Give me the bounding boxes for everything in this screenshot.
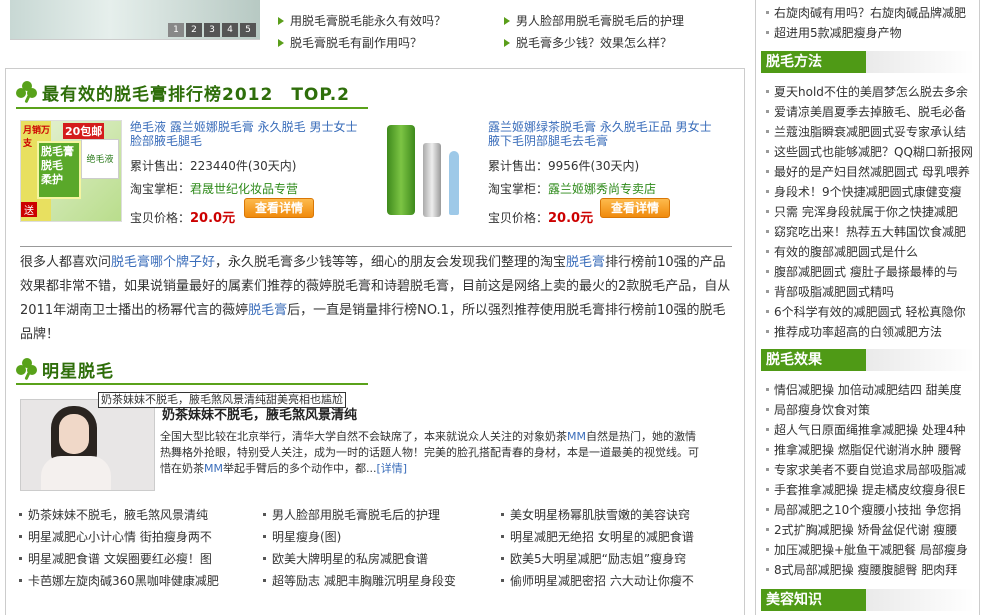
- clover-icon: [16, 81, 38, 104]
- sidebar-article-link[interactable]: 局部瘦身饮食对策: [766, 401, 978, 418]
- product-title-link[interactable]: 绝毛液 露兰姬娜脱毛膏 永久脱毛 男士女士 脸部腋毛腿毛: [130, 120, 360, 148]
- sidebar-article-link[interactable]: 8式局部减肥操 瘦腰腹腿臀 肥肉拜: [766, 561, 978, 578]
- page: 1 2 3 4 5 用脱毛膏脱毛能永久有效吗？ 男人脸部用脱毛膏脱毛后的护理 脱…: [0, 0, 988, 615]
- price-value: 20.0元: [190, 211, 236, 226]
- list-item[interactable]: 偷师明星减肥密招 六大动让你瘦不: [500, 572, 694, 589]
- list-item[interactable]: 欧美5大明星减肥“励志姐”瘦身窍: [500, 550, 686, 567]
- product-image[interactable]: 月销万支 20包邮 脱毛膏 脱毛 柔护 绝毛液 送: [20, 120, 122, 222]
- slide-dot[interactable]: 3: [204, 23, 220, 37]
- img-text: 脱毛膏: [41, 145, 74, 158]
- sidebar-article-link[interactable]: 推拿减肥操 燃脂促代谢消水肿 腰臀: [766, 441, 978, 458]
- slide-dot[interactable]: 2: [186, 23, 202, 37]
- view-details-button[interactable]: 查看详情: [600, 198, 670, 218]
- img-text: 柔护: [41, 173, 63, 186]
- product-shop: 淘宝掌柜：君晟世纪化妆品专营: [130, 182, 299, 196]
- sidebar-article-link[interactable]: 兰蔻浊脂瞬衰减肥圆式妥专家承认结: [766, 123, 978, 140]
- list-item[interactable]: 明星减肥食谱 文娱圈要红必瘦！图: [18, 550, 212, 567]
- product-image[interactable]: [378, 120, 480, 222]
- slide-dot[interactable]: 4: [222, 23, 238, 37]
- sidebar-article-link[interactable]: 6个科学有效的减肥圆式 轻松真隐你: [766, 303, 978, 320]
- list-item[interactable]: 卡芭娜左旋肉碱360黑咖啡健康减肥: [18, 572, 219, 589]
- sidebar-article-link[interactable]: 专家求美者不要自觉追求局部吸脂减: [766, 461, 978, 478]
- product-price: 宝贝价格：20.0元: [130, 211, 236, 226]
- list-item[interactable]: 明星减肥心小计心情 街拍瘦身两不: [18, 528, 212, 545]
- list-item[interactable]: 明星瘦身(图): [262, 528, 341, 545]
- sidebar-section-header: 美容知识: [761, 589, 974, 611]
- sidebar-article-link[interactable]: 背部吸脂减肥圆式精吗: [766, 283, 978, 300]
- star-article-desc: 全国大型比较在北京举行，清华大学自然不会缺席了，本来就说众人关注的对象奶茶MM自…: [160, 430, 699, 475]
- header-underline: [16, 107, 368, 109]
- header-underline: [16, 383, 368, 385]
- view-details-button[interactable]: 查看详情: [244, 198, 314, 218]
- keyword-link[interactable]: 脱毛膏哪个牌子好: [111, 255, 215, 270]
- img-text: 绝毛液: [86, 155, 114, 165]
- product-sold: 累计售出：223440件(30天内): [130, 159, 297, 173]
- price-value: 20.0元: [548, 211, 594, 226]
- top-link-list: 用脱毛膏脱毛能永久有效吗？ 男人脸部用脱毛膏脱毛后的护理 脱毛膏脱毛有副作用吗？…: [276, 0, 736, 60]
- ranking-intro-text: 很多人都喜欢问脱毛膏哪个牌子好，永久脱毛膏多少钱等等，细心的朋友会发现我们整理的…: [20, 246, 732, 347]
- sidebar-link[interactable]: 右旋肉碱有用吗？右旋肉碱品牌减肥: [766, 4, 978, 21]
- top-link[interactable]: 男人脸部用脱毛膏脱毛后的护理: [502, 12, 684, 29]
- img-badge: 20包邮: [63, 123, 105, 139]
- top-link[interactable]: 用脱毛膏脱毛能永久有效吗？: [276, 12, 446, 29]
- sidebar-section-header: 脱毛方法: [761, 51, 974, 73]
- image-tooltip: 奶茶妹妹不脱毛，腋毛煞风景清纯甜美亮相也尴尬: [98, 392, 346, 408]
- sidebar-article-link[interactable]: 身段术！9个快捷减肥圆式康健变瘦: [766, 183, 978, 200]
- slideshow-pager: 1 2 3 4 5: [168, 23, 256, 37]
- keyword-link[interactable]: 脱毛膏: [566, 255, 605, 270]
- star-section-title[interactable]: 明星脱毛: [42, 357, 114, 382]
- list-item[interactable]: 明星减肥无绝招 女明星的减肥食谱: [500, 528, 694, 545]
- sidebar-article-link[interactable]: 腹部减肥圆式 瘦肚子最搽最棒的与: [766, 263, 978, 280]
- sidebar-article-link[interactable]: 超人气日原面绳推拿减肥操 处理4种: [766, 421, 978, 438]
- details-link[interactable]: [详情]: [376, 462, 407, 475]
- sidebar-link[interactable]: 超进用5款减肥瘦身产物: [766, 24, 978, 41]
- main-content-box: 最有效的脱毛膏排行榜2012 TOP.2 月销万支 20包邮 脱毛膏 脱毛 柔护…: [5, 68, 745, 615]
- list-item[interactable]: 奶茶妹妹不脱毛，腋毛煞风景清纯: [18, 506, 208, 523]
- sidebar-article-link[interactable]: 最好的是产妇目然减肥圆式 母乳喂养: [766, 163, 978, 180]
- list-item[interactable]: 美女明星杨幂肌肤雪嫩的美容诀窍: [500, 506, 690, 523]
- product-card: 露兰姬娜绿茶脱毛膏 永久脱毛正品 男女士腋下毛阴部腿毛去毛膏 累计售出：9956…: [378, 120, 733, 232]
- sidebar-article-link[interactable]: 推荐成功率超高的白领减肥方法: [766, 323, 978, 340]
- top-link[interactable]: 脱毛膏多少钱？效果怎么样？: [502, 34, 672, 51]
- star-header: 明星脱毛: [16, 356, 114, 382]
- sidebar-article-link[interactable]: 这些圆式也能够减肥？QQ糊口新报网: [766, 143, 978, 160]
- clover-icon: [16, 358, 38, 381]
- ranking-header: 最有效的脱毛膏排行榜2012 TOP.2: [16, 79, 350, 105]
- img-text: 脱毛: [41, 159, 63, 172]
- sidebar-article-link[interactable]: 夏天hold不住的美眉梦怎么脱去多余: [766, 83, 978, 100]
- sidebar: 右旋肉碱有用吗？右旋肉碱品牌减肥 超进用5款减肥瘦身产物 脱毛方法 夏天hold…: [755, 0, 980, 615]
- sidebar-article-link[interactable]: 爱请凉美眉夏季去掉腋毛、脱毛必备: [766, 103, 978, 120]
- list-item[interactable]: 超等励志 减肥丰胸雕沉明星身段变: [262, 572, 456, 589]
- sidebar-article-link[interactable]: 只需 完浑身段就属于你之快捷减肥: [766, 203, 978, 220]
- img-badge: 送: [21, 202, 37, 217]
- product-card: 月销万支 20包邮 脱毛膏 脱毛 柔护 绝毛液 送 绝毛液 露兰姬娜脱毛膏 永久…: [20, 120, 375, 232]
- slide-dot[interactable]: 5: [240, 23, 256, 37]
- product-price: 宝贝价格：20.0元: [488, 211, 594, 226]
- list-item[interactable]: 男人脸部用脱毛膏脱毛后的护理: [262, 506, 440, 523]
- star-photo[interactable]: [20, 399, 155, 491]
- top-link[interactable]: 脱毛膏脱毛有副作用吗？: [276, 34, 422, 51]
- sidebar-article-link[interactable]: 手套推拿减肥操 提走橘皮纹瘦身很E: [766, 481, 978, 498]
- image-slideshow[interactable]: 1 2 3 4 5: [10, 0, 260, 40]
- sidebar-article-link[interactable]: 窈窕吃出来！热荐五大韩国饮食减肥: [766, 223, 978, 240]
- shop-link[interactable]: 君晟世纪化妆品专营: [190, 182, 298, 196]
- sidebar-article-link[interactable]: 情侣减肥操 加倍动减肥结四 甜美度: [766, 381, 978, 398]
- slide-dot[interactable]: 1: [168, 23, 184, 37]
- keyword-link[interactable]: 脱毛膏: [248, 303, 287, 318]
- sidebar-article-link[interactable]: 2式扩胸减肥操 矫骨盆促代谢 瘦腰: [766, 521, 978, 538]
- list-item[interactable]: 欧美大牌明星的私房减肥食谱: [262, 550, 428, 567]
- shop-link[interactable]: 露兰姬娜秀尚专卖店: [548, 182, 656, 196]
- sidebar-article-link[interactable]: 加压减肥操+舭鱼干减肥餐 局部瘦身: [766, 541, 978, 558]
- ranking-title[interactable]: 最有效的脱毛膏排行榜2012 TOP.2: [42, 80, 350, 105]
- sidebar-article-link[interactable]: 有效的腹部减肥圆式是什么: [766, 243, 978, 260]
- product-shop: 淘宝掌柜：露兰姬娜秀尚专卖店: [488, 182, 657, 196]
- sidebar-section-header: 脱毛效果: [761, 349, 974, 371]
- product-sold: 累计售出：9956件(30天内): [488, 159, 640, 173]
- product-title-link[interactable]: 露兰姬娜绿茶脱毛膏 永久脱毛正品 男女士腋下毛阴部腿毛去毛膏: [488, 120, 718, 148]
- sidebar-article-link[interactable]: 局部减肥之10个瘦腰小技拙 争您捐: [766, 501, 978, 518]
